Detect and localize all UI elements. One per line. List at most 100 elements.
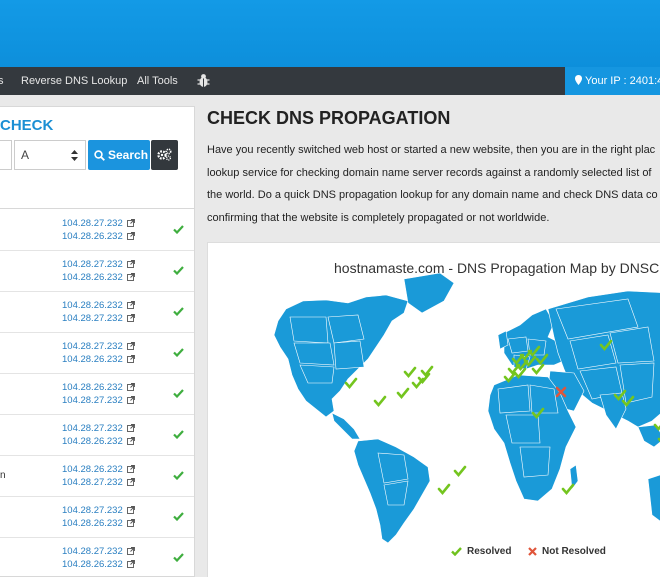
- external-link-icon[interactable]: [126, 519, 135, 527]
- external-link-icon[interactable]: [126, 355, 135, 363]
- check-icon: [173, 389, 184, 398]
- cross-icon: [528, 547, 537, 556]
- external-link-icon[interactable]: [126, 506, 135, 514]
- nav-item-all-tools[interactable]: All Tools: [137, 67, 178, 95]
- search-button-label: Search: [108, 148, 149, 162]
- ip-text: 104.28.27.232: [62, 313, 123, 324]
- ip-address[interactable]: 104.28.26.232: [62, 231, 135, 242]
- ip-address[interactable]: 104.28.27.232: [62, 423, 135, 434]
- ip-text: 104.28.26.232: [62, 300, 123, 311]
- gears-icon: [157, 148, 172, 161]
- ip-address[interactable]: 104.28.27.232: [62, 477, 135, 488]
- result-row: 104.28.27.232 104.28.26.232: [0, 538, 194, 576]
- resolved-marker-icon: [453, 465, 467, 478]
- page-title: CHECK DNS PROPAGATION: [207, 108, 451, 128]
- check-icon: [173, 512, 184, 521]
- ip-address[interactable]: 104.28.27.232: [62, 313, 135, 324]
- ip-address[interactable]: 104.28.26.232: [62, 559, 135, 570]
- search-icon: [94, 150, 105, 161]
- search-button[interactable]: Search: [88, 140, 150, 170]
- resolved-marker-icon: [653, 423, 660, 432]
- result-row: 104.28.27.232 104.28.26.232: [0, 415, 194, 456]
- ip-address[interactable]: 104.28.27.232: [62, 259, 135, 270]
- external-link-icon[interactable]: [126, 342, 135, 350]
- nav-item-reverse-dns[interactable]: Reverse DNS Lookup: [21, 67, 127, 95]
- external-link-icon[interactable]: [126, 465, 135, 473]
- map-marker-icon: [575, 75, 582, 85]
- ip-address[interactable]: 104.28.26.232: [62, 272, 135, 283]
- bug-icon[interactable]: [197, 73, 210, 88]
- ip-address[interactable]: 104.28.26.232: [62, 382, 135, 393]
- external-link-icon[interactable]: [126, 396, 135, 404]
- resolved-marker-icon: [403, 366, 417, 379]
- check-icon: [173, 266, 184, 275]
- record-type-select[interactable]: A: [14, 140, 86, 170]
- ip-text: 104.28.27.232: [62, 259, 123, 270]
- ip-address[interactable]: 104.28.27.232: [62, 546, 135, 557]
- ip-text: 104.28.27.232: [62, 477, 123, 488]
- legend-not-resolved-label: Not Resolved: [542, 546, 606, 557]
- ip-text: 104.28.26.232: [62, 436, 123, 447]
- check-icon: [173, 430, 184, 439]
- ip-address[interactable]: 104.28.26.232: [62, 436, 135, 447]
- ip-address[interactable]: 104.28.26.232: [62, 464, 135, 475]
- ip-text: 104.28.26.232: [62, 354, 123, 365]
- external-link-icon[interactable]: [126, 273, 135, 281]
- ip-address[interactable]: 104.28.27.232: [62, 505, 135, 516]
- ip-text: 104.28.27.232: [62, 546, 123, 557]
- external-link-icon[interactable]: [126, 301, 135, 309]
- main-content: CHECK DNS PROPAGATION Have you recently …: [195, 95, 660, 577]
- legend-not-resolved: Not Resolved: [528, 546, 606, 557]
- ip-address[interactable]: 104.28.27.232: [62, 218, 135, 229]
- results-divider: [0, 208, 194, 209]
- result-row: 104.28.26.232 104.28.27.232: [0, 292, 194, 333]
- ip-text: 104.28.26.232: [62, 231, 123, 242]
- external-link-icon[interactable]: [126, 547, 135, 555]
- description: Have you recently switched web host or s…: [207, 139, 660, 229]
- main-nav: s Reverse DNS Lookup All Tools: [0, 67, 660, 95]
- external-link-icon[interactable]: [126, 437, 135, 445]
- external-link-icon[interactable]: [126, 383, 135, 391]
- check-icon: [173, 225, 184, 234]
- ip-text: 104.28.27.232: [62, 505, 123, 516]
- ip-address[interactable]: 104.28.26.232: [62, 518, 135, 529]
- your-ip-text: Your IP : 2401:4: [585, 75, 660, 87]
- domain-input[interactable]: [0, 140, 12, 170]
- top-banner: [0, 0, 660, 67]
- external-link-icon[interactable]: [126, 260, 135, 268]
- panel-title: CHECK: [0, 117, 54, 134]
- nav-item-tools[interactable]: s: [0, 67, 4, 95]
- result-row: 104.28.27.232 104.28.26.232: [0, 210, 194, 251]
- external-link-icon[interactable]: [126, 232, 135, 240]
- settings-button[interactable]: [151, 140, 178, 170]
- world-map: [273, 272, 660, 544]
- resolved-marker-icon: [420, 365, 434, 378]
- description-line: Have you recently switched web host or s…: [207, 144, 656, 156]
- check-icon: [173, 348, 184, 357]
- external-link-icon[interactable]: [126, 314, 135, 322]
- check-icon: [173, 307, 184, 316]
- ip-address[interactable]: 104.28.26.232: [62, 354, 135, 365]
- result-row: 104.28.27.232 104.28.26.232: [0, 333, 194, 374]
- record-type-value: A: [21, 148, 30, 162]
- resolved-marker-icon: [437, 483, 451, 496]
- ip-text: 104.28.27.232: [62, 395, 123, 406]
- external-link-icon[interactable]: [126, 560, 135, 568]
- ip-address[interactable]: 104.28.27.232: [62, 395, 135, 406]
- dns-check-panel: CHECK A Search 104.28.27.232 104.28.26.23…: [0, 106, 195, 577]
- ip-text: 104.28.26.232: [62, 382, 123, 393]
- external-link-icon[interactable]: [126, 424, 135, 432]
- ip-text: 104.28.26.232: [62, 272, 123, 283]
- resolved-marker-icon: [373, 395, 387, 408]
- map-title: hostnamaste.com - DNS Propagation Map by…: [334, 260, 660, 276]
- description-line: confirming that the website is completel…: [207, 211, 550, 224]
- external-link-icon[interactable]: [126, 478, 135, 486]
- ip-text: 104.28.27.232: [62, 423, 123, 434]
- ip-address[interactable]: 104.28.26.232: [62, 300, 135, 311]
- resolved-marker-icon: [561, 483, 575, 496]
- check-icon: [451, 547, 462, 557]
- ip-address[interactable]: 104.28.27.232: [62, 341, 135, 352]
- check-icon: [173, 471, 184, 480]
- select-arrows-icon: [71, 150, 78, 161]
- external-link-icon[interactable]: [126, 219, 135, 227]
